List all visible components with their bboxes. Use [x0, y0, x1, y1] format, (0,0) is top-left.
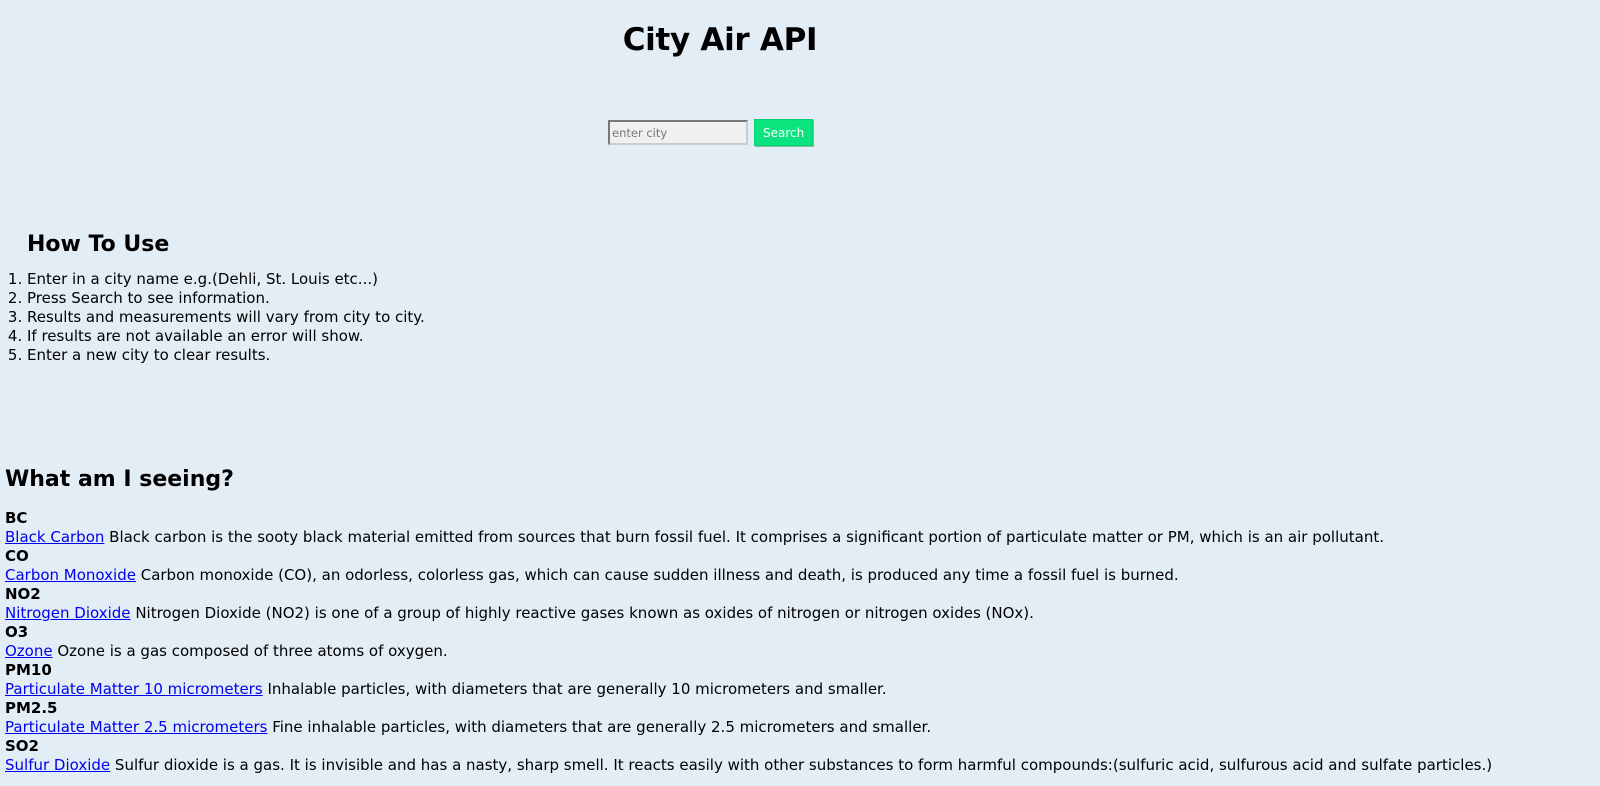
pollutant-description: Carbon monoxide (CO), an odorless, color… — [135, 566, 1179, 584]
step-item: Press Search to see information. — [27, 289, 425, 308]
pollutant-entry: Black Carbon Black carbon is the sooty b… — [5, 528, 1492, 547]
what-am-i-seeing-heading: What am I seeing? — [5, 467, 234, 492]
pm25-link[interactable]: Particulate Matter 2.5 micrometers — [5, 718, 267, 736]
page-title: City Air API — [622, 22, 818, 58]
pollutant-list: BC Black Carbon Black carbon is the soot… — [5, 509, 1492, 775]
ozone-link[interactable]: Ozone — [5, 642, 53, 660]
sulfur-dioxide-link[interactable]: Sulfur Dioxide — [5, 756, 110, 774]
nitrogen-dioxide-link[interactable]: Nitrogen Dioxide — [5, 604, 131, 622]
pollutant-description: Inhalable particles, with diameters that… — [262, 680, 887, 698]
pollutant-description: Black carbon is the sooty black material… — [104, 528, 1384, 546]
pollutant-code: PM10 — [5, 661, 52, 679]
pollutant-description: Sulfur dioxide is a gas. It is invisible… — [110, 756, 1493, 774]
pollutant-code: CO — [5, 547, 29, 565]
pollutant-description: Ozone is a gas composed of three atoms o… — [52, 642, 448, 660]
carbon-monoxide-link[interactable]: Carbon Monoxide — [5, 566, 136, 584]
pollutant-code: O3 — [5, 623, 29, 641]
search-button[interactable]: Search — [754, 119, 814, 146]
pollutant-entry: Particulate Matter 10 micrometers Inhala… — [5, 680, 1492, 699]
pollutant-code: SO2 — [5, 737, 39, 755]
step-item: Enter a new city to clear results. — [27, 346, 425, 365]
pollutant-code: NO2 — [5, 585, 41, 603]
pollutant-entry: Nitrogen Dioxide Nitrogen Dioxide (NO2) … — [5, 604, 1492, 623]
step-item: If results are not available an error wi… — [27, 327, 425, 346]
pollutant-description: Nitrogen Dioxide (NO2) is one of a group… — [130, 604, 1034, 622]
pollutant-entry: Ozone Ozone is a gas composed of three a… — [5, 642, 1492, 661]
pollutant-code: BC — [5, 509, 28, 527]
how-to-use-heading: How To Use — [27, 232, 170, 257]
pm10-link[interactable]: Particulate Matter 10 micrometers — [5, 680, 263, 698]
pollutant-entry: Particulate Matter 2.5 micrometers Fine … — [5, 718, 1492, 737]
city-search-input[interactable] — [608, 120, 748, 145]
step-item: Enter in a city name e.g.(Dehli, St. Lou… — [27, 270, 425, 289]
pollutant-entry: Carbon Monoxide Carbon monoxide (CO), an… — [5, 566, 1492, 585]
pollutant-description: Fine inhalable particles, with diameters… — [267, 718, 932, 736]
step-item: Results and measurements will vary from … — [27, 308, 425, 327]
black-carbon-link[interactable]: Black Carbon — [5, 528, 104, 546]
pollutant-code: PM2.5 — [5, 699, 58, 717]
how-to-use-steps: Enter in a city name e.g.(Dehli, St. Lou… — [0, 270, 425, 365]
search-bar: Search — [608, 119, 814, 146]
pollutant-entry: Sulfur Dioxide Sulfur dioxide is a gas. … — [5, 756, 1492, 775]
